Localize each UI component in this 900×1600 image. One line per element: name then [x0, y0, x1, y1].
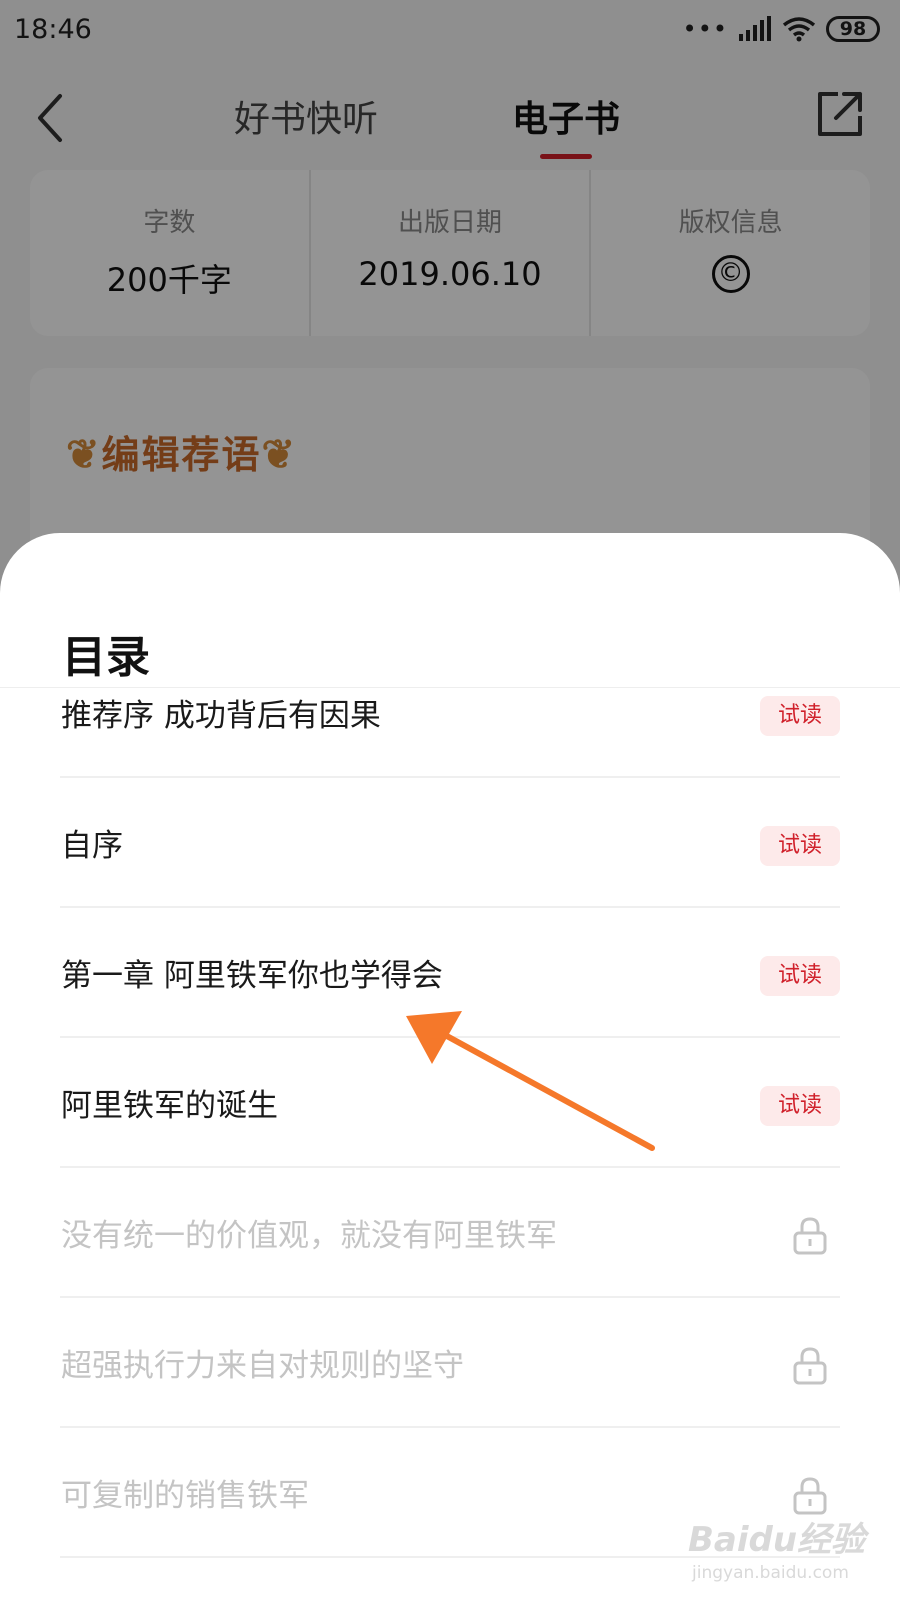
trial-read-badge: 试读: [760, 696, 840, 736]
toc-title: 目录: [62, 632, 150, 683]
baidu-watermark: Baidu经验 jingyan.baidu.com: [688, 1512, 865, 1583]
lock-icon: [793, 1217, 827, 1255]
lock-icon: [793, 1347, 827, 1385]
watermark-url: jingyan.baidu.com: [692, 1563, 849, 1583]
toc-item-title: 没有统一的价值观，就没有阿里铁军: [61, 1218, 557, 1254]
toc-item-title: 第一章 阿里铁军你也学得会: [61, 958, 443, 994]
toc-item-locked[interactable]: 没有统一的价值观，就没有阿里铁军: [60, 1168, 840, 1298]
watermark-brand: Baidu经验: [688, 1520, 866, 1560]
toc-item-locked[interactable]: 超强执行力来自对规则的坚守: [60, 1298, 840, 1428]
toc-item-title: 阿里铁军的诞生: [61, 1088, 278, 1124]
toc-item-title: 推荐序 成功背后有因果: [61, 698, 381, 734]
toc-item[interactable]: 自序 试读: [60, 778, 840, 908]
toc-list: 推荐序 成功背后有因果 试读 自序 试读 第一章 阿里铁军你也学得会 试读 阿里…: [0, 688, 900, 1558]
trial-read-badge: 试读: [760, 1086, 840, 1126]
trial-read-badge: 试读: [760, 956, 840, 996]
toc-item[interactable]: 阿里铁军的诞生 试读: [60, 1038, 840, 1168]
toc-item[interactable]: 推荐序 成功背后有因果 试读: [60, 688, 840, 778]
trial-read-badge: 试读: [760, 826, 840, 866]
toc-item[interactable]: 第一章 阿里铁军你也学得会 试读: [60, 908, 840, 1038]
toc-item-title: 超强执行力来自对规则的坚守: [61, 1348, 464, 1384]
toc-item-title: 自序: [61, 828, 123, 864]
toc-bottom-sheet: 目录 推荐序 成功背后有因果 试读 自序 试读 第一章 阿里铁军你也学得会 试读…: [0, 533, 900, 1600]
lock-icon: [793, 1477, 827, 1515]
toc-item-title: 可复制的销售铁军: [61, 1478, 309, 1514]
